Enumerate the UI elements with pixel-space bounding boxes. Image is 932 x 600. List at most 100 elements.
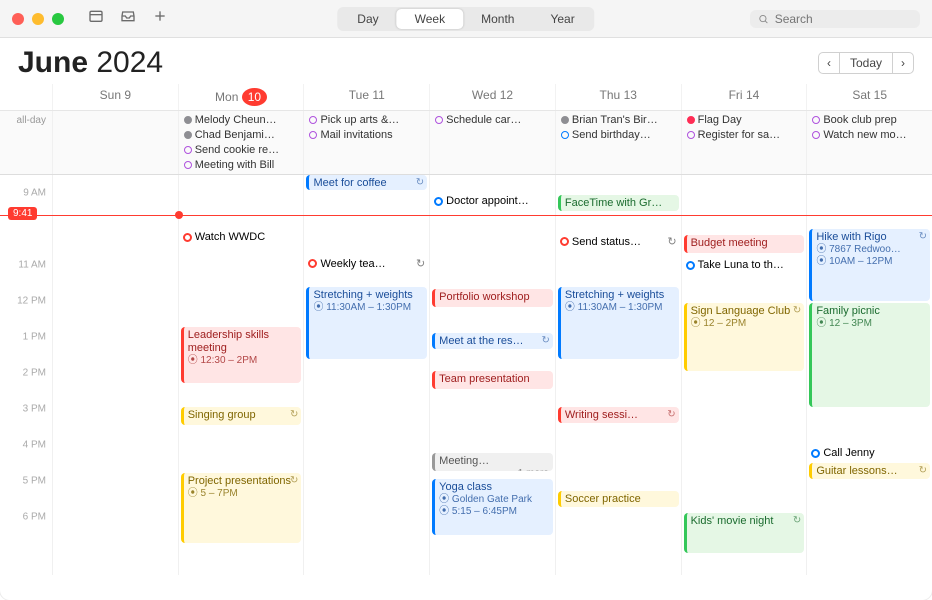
allday-col-fri[interactable]: Flag DayRegister for sa… xyxy=(681,111,807,174)
allday-col-thu[interactable]: Brian Tran's Bir…Send birthday… xyxy=(555,111,681,174)
view-day[interactable]: Day xyxy=(339,9,396,29)
day-col-wed[interactable]: Doctor appoint… Portfolio workshop Meet at… xyxy=(429,175,555,575)
day-header: Sat 15 xyxy=(806,84,932,110)
calendar-event[interactable]: Singing group↻ xyxy=(181,407,302,425)
day-header: Tue 11 xyxy=(303,84,429,110)
calendar-event[interactable]: Kids' movie night↻ xyxy=(684,513,805,553)
toolbar-icons xyxy=(88,8,168,29)
month-label: June xyxy=(18,46,88,79)
calendar-event[interactable]: Weekly tea…↻ xyxy=(306,257,427,270)
calendar-event[interactable]: Stretching + weights⦿ 11:30AM – 1:30PM xyxy=(558,287,679,359)
calendar-event[interactable]: Guitar lessons…↻ xyxy=(809,463,930,479)
calendar-event[interactable]: Budget meeting xyxy=(684,235,805,253)
hour-label: 9 AM xyxy=(23,188,46,199)
maximize-button[interactable] xyxy=(52,13,64,25)
allday-event[interactable]: Send cookie re… xyxy=(181,143,302,157)
view-year[interactable]: Year xyxy=(532,9,592,29)
allday-event[interactable]: Mail invitations xyxy=(306,128,427,142)
hour-gutter: 9 AM 11 AM 12 PM 1 PM 2 PM 3 PM 4 PM 5 PM 6 PM xyxy=(0,175,52,575)
page-title: June 2024 xyxy=(18,46,163,80)
allday-event[interactable]: Book club prep xyxy=(809,113,930,127)
day-header: Fri 14 xyxy=(681,84,807,110)
calendar-event[interactable]: Sign Language Club⦿ 12 – 2PM↻ xyxy=(684,303,805,371)
grid: 9:41 9 AM 11 AM 12 PM 1 PM 2 PM 3 PM 4 PM 5 PM 6… xyxy=(0,175,932,575)
calendar-event[interactable]: Soccer practice xyxy=(558,491,679,507)
day-col-tue[interactable]: Meet for coffee↻ Weekly tea…↻ Stretching +… xyxy=(303,175,429,575)
day-col-mon[interactable]: Watch WWDC Leadership skills meeting⦿ 12:… xyxy=(178,175,304,575)
allday-event[interactable]: Brian Tran's Bir… xyxy=(558,113,679,127)
day-col-sat[interactable]: Hike with Rigo⦿ 7867 Redwoo…⦿ 10AM – 12P… xyxy=(806,175,932,575)
nav-buttons: ‹ Today › xyxy=(818,52,914,74)
day-header-row: Sun 9 Mon 10 Tue 11 Wed 12 Thu 13 Fri 14… xyxy=(0,84,932,111)
hour-label: 2 PM xyxy=(23,368,46,379)
header: June 2024 ‹ Today › xyxy=(0,38,932,84)
allday-event[interactable]: Register for sa… xyxy=(684,128,805,142)
calendar-event[interactable]: Meet for coffee↻ xyxy=(306,175,427,190)
allday-col-sun[interactable] xyxy=(52,111,178,174)
search-field[interactable] xyxy=(750,10,920,28)
allday-event[interactable]: Flag Day xyxy=(684,113,805,127)
allday-label: all-day xyxy=(0,111,52,174)
hour-label: 4 PM xyxy=(23,440,46,451)
day-header: Mon 10 xyxy=(178,84,304,110)
view-segment: Day Week Month Year xyxy=(337,7,594,31)
prev-button[interactable]: ‹ xyxy=(818,52,840,74)
hour-label: 3 PM xyxy=(23,404,46,415)
next-button[interactable]: › xyxy=(892,52,914,74)
calendar-event[interactable]: Family picnic⦿ 12 – 3PM xyxy=(809,303,930,407)
minimize-button[interactable] xyxy=(32,13,44,25)
day-col-fri[interactable]: Budget meeting Take Luna to th… Sign Langu… xyxy=(681,175,807,575)
day-header: Sun 9 xyxy=(52,84,178,110)
calendar-event[interactable]: Take Luna to th… xyxy=(684,259,805,271)
calendar-event[interactable]: Yoga class⦿ Golden Gate Park⦿ 5:15 – 6:4… xyxy=(432,479,553,535)
inbox-icon[interactable] xyxy=(120,8,136,29)
calendar-event[interactable]: Meet at the res…↻ xyxy=(432,333,553,349)
allday-event[interactable]: Send birthday… xyxy=(558,128,679,142)
calendar-event[interactable]: Send status…↻ xyxy=(558,235,679,248)
day-header: Thu 13 xyxy=(555,84,681,110)
allday-event[interactable]: Melody Cheun… xyxy=(181,113,302,127)
allday-event[interactable]: Watch new mo… xyxy=(809,128,930,142)
year-label: 2024 xyxy=(96,46,163,79)
window-controls xyxy=(12,13,64,25)
hour-label: 11 AM xyxy=(18,260,46,271)
allday-col-tue[interactable]: Pick up arts &…Mail invitations xyxy=(303,111,429,174)
allday-col-sat[interactable]: Book club prepWatch new mo… xyxy=(806,111,932,174)
calendar-event[interactable]: Doctor appoint… xyxy=(432,195,553,207)
calendar-event[interactable]: Watch WWDC xyxy=(181,231,302,243)
add-icon[interactable] xyxy=(152,8,168,29)
now-line: 9:41 xyxy=(0,215,932,216)
allday-event[interactable]: Meeting with Bill xyxy=(181,158,302,172)
allday-event[interactable]: Chad Benjami… xyxy=(181,128,302,142)
allday-row: all-day Melody Cheun…Chad Benjami…Send c… xyxy=(0,111,932,175)
view-month[interactable]: Month xyxy=(463,9,532,29)
calendar-event[interactable]: Leadership skills meeting⦿ 12:30 – 2PM xyxy=(181,327,302,383)
calendar-event[interactable]: FaceTime with Gr… xyxy=(558,195,679,211)
calendar-event[interactable]: Call Jenny xyxy=(809,447,930,459)
calendar-event[interactable]: Portfolio workshop xyxy=(432,289,553,307)
close-button[interactable] xyxy=(12,13,24,25)
hour-label: 6 PM xyxy=(23,512,46,523)
calendar-event[interactable]: Team presentation xyxy=(432,371,553,389)
allday-col-mon[interactable]: Melody Cheun…Chad Benjami…Send cookie re… xyxy=(178,111,304,174)
allday-event[interactable]: Pick up arts &… xyxy=(306,113,427,127)
view-week[interactable]: Week xyxy=(397,9,463,29)
now-badge: 9:41 xyxy=(8,207,37,220)
calendar-event[interactable]: Hike with Rigo⦿ 7867 Redwoo…⦿ 10AM – 12P… xyxy=(809,229,930,301)
allday-event[interactable]: Schedule car… xyxy=(432,113,553,127)
calendars-icon[interactable] xyxy=(88,8,104,29)
hour-label: 12 PM xyxy=(17,296,46,307)
allday-col-wed[interactable]: Schedule car… xyxy=(429,111,555,174)
today-button[interactable]: Today xyxy=(840,52,892,74)
day-header: Wed 12 xyxy=(429,84,555,110)
calendar-event[interactable]: Meeting…1 more xyxy=(432,453,553,471)
search-input[interactable] xyxy=(775,12,912,26)
calendar-event[interactable]: Stretching + weights⦿ 11:30AM – 1:30PM xyxy=(306,287,427,359)
day-col-thu[interactable]: FaceTime with Gr… Send status…↻ Stretching… xyxy=(555,175,681,575)
calendar-event[interactable]: Writing sessi…↻ xyxy=(558,407,679,423)
calendar-event[interactable]: Project presentations⦿ 5 – 7PM↻ xyxy=(181,473,302,543)
titlebar: Day Week Month Year xyxy=(0,0,932,38)
hour-label: 1 PM xyxy=(23,332,46,343)
hour-label: 5 PM xyxy=(23,476,46,487)
day-col-sun[interactable] xyxy=(52,175,178,575)
